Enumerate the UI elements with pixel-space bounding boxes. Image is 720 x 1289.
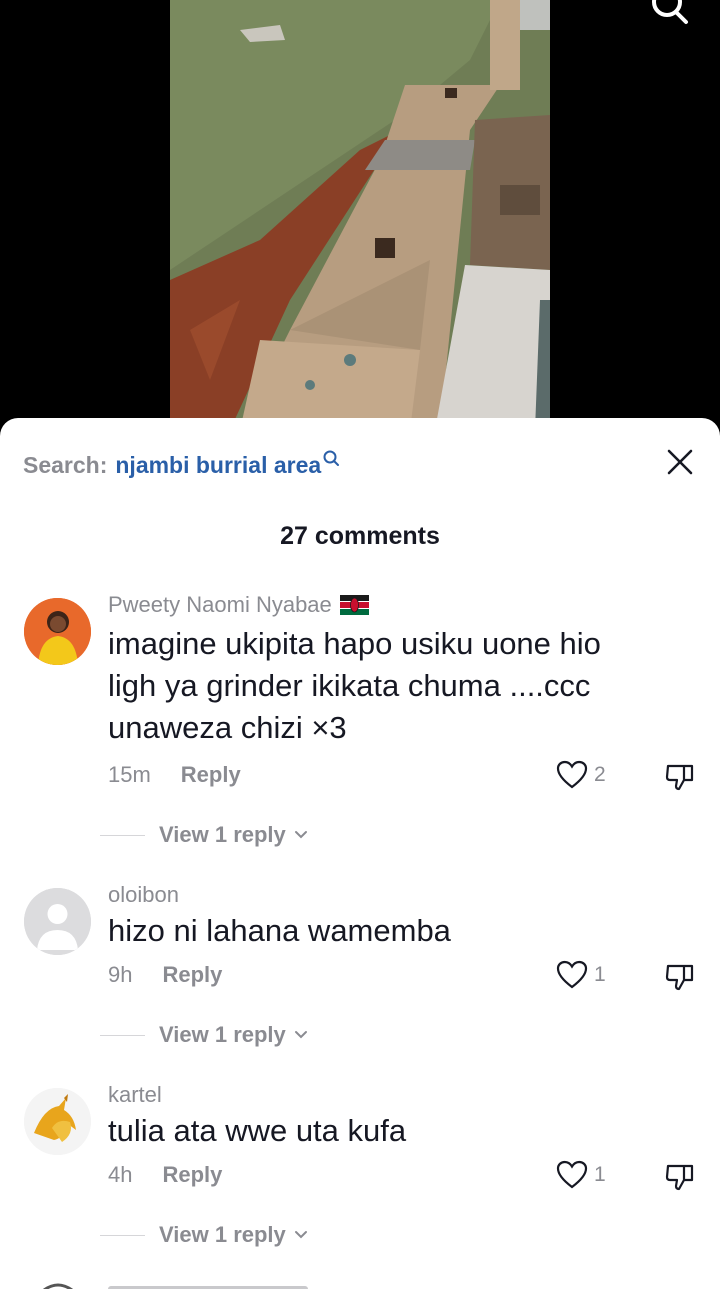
avatar[interactable] xyxy=(24,888,91,955)
comment-text-line: hizo ni lahana wamemba xyxy=(108,913,451,948)
comment-username[interactable]: kartel xyxy=(108,1082,162,1108)
reply-button[interactable]: Reply xyxy=(162,962,222,988)
like-button[interactable]: 2 xyxy=(556,760,606,790)
comment-time: 4h xyxy=(108,1162,133,1187)
heart-icon xyxy=(556,1160,588,1189)
close-icon[interactable] xyxy=(666,448,694,476)
comment-username[interactable]: Pweety Naomi Nyabae xyxy=(108,592,369,618)
comment-username[interactable]: oloibon xyxy=(108,882,179,908)
divider-line xyxy=(100,834,145,836)
video-player[interactable] xyxy=(0,0,720,430)
like-count: 1 xyxy=(594,963,606,986)
comment-text: hizo ni lahana wamemba xyxy=(108,910,688,952)
view-replies-label: View 1 reply xyxy=(159,822,286,847)
comment-text-line: imagine ukipita hapo usiku uone hio xyxy=(108,626,601,661)
like-count: 1 xyxy=(594,1163,606,1186)
thumbs-down-icon[interactable] xyxy=(664,760,696,792)
video-scene-image xyxy=(170,0,550,430)
kenya-flag-icon xyxy=(339,595,369,615)
comment-meta: 15m Reply xyxy=(108,762,241,788)
like-button[interactable]: 1 xyxy=(556,1160,606,1190)
search-icon xyxy=(323,450,340,466)
chevron-down-icon xyxy=(294,831,307,839)
username-text: kartel xyxy=(108,1082,162,1107)
comment-meta: 4h Reply xyxy=(108,1162,222,1188)
like-count: 2 xyxy=(594,763,606,786)
comment-text-line: unaweza chizi ×3 xyxy=(108,710,347,745)
comment-time: 9h xyxy=(108,962,133,987)
comment-text: imagine ukipita hapo usiku uone hio ligh… xyxy=(108,623,688,749)
view-replies-button[interactable]: View 1 reply xyxy=(100,1222,308,1248)
heart-icon xyxy=(556,960,588,989)
comments-sheet: Search: njambi burrial area 27 comments … xyxy=(0,418,720,1289)
avatar-image xyxy=(24,1088,91,1155)
comment-text-line: ligh ya grinder ikikata chuma ....ccc xyxy=(108,668,591,703)
search-suggestion-link[interactable]: Search: njambi burrial area xyxy=(23,450,342,479)
view-replies-button[interactable]: View 1 reply xyxy=(100,822,308,848)
heart-icon xyxy=(556,760,588,789)
default-avatar-icon xyxy=(24,888,91,955)
divider-line xyxy=(100,1234,145,1236)
avatar[interactable] xyxy=(24,598,91,665)
username-text: oloibon xyxy=(108,882,179,907)
comment-text: tulia ata wwe uta kufa xyxy=(108,1110,688,1152)
next-comment-partial xyxy=(43,1283,308,1289)
avatar[interactable] xyxy=(24,1088,91,1155)
thumbs-down-icon[interactable] xyxy=(664,1160,696,1192)
comment-meta: 9h Reply xyxy=(108,962,222,988)
search-term[interactable]: njambi burrial area xyxy=(115,452,321,479)
search-icon[interactable] xyxy=(650,0,690,28)
reply-button[interactable]: Reply xyxy=(162,1162,222,1188)
like-button[interactable]: 1 xyxy=(556,960,606,990)
chevron-down-icon xyxy=(294,1031,307,1039)
search-prefix: Search: xyxy=(23,452,108,478)
username-text: Pweety Naomi Nyabae xyxy=(108,592,332,617)
view-replies-label: View 1 reply xyxy=(159,1222,286,1247)
view-replies-label: View 1 reply xyxy=(159,1022,286,1047)
view-replies-button[interactable]: View 1 reply xyxy=(100,1022,308,1048)
avatar-image xyxy=(24,598,91,665)
video-frame[interactable] xyxy=(170,0,550,430)
chevron-down-icon xyxy=(294,1231,307,1239)
comment-time: 15m xyxy=(108,762,151,787)
reply-button[interactable]: Reply xyxy=(181,762,241,788)
divider-line xyxy=(100,1034,145,1036)
sheet-header: Search: njambi burrial area xyxy=(0,418,720,510)
thumbs-down-icon[interactable] xyxy=(664,960,696,992)
comments-count: 27 comments xyxy=(280,522,440,550)
comment-text-line: tulia ata wwe uta kufa xyxy=(108,1113,407,1148)
